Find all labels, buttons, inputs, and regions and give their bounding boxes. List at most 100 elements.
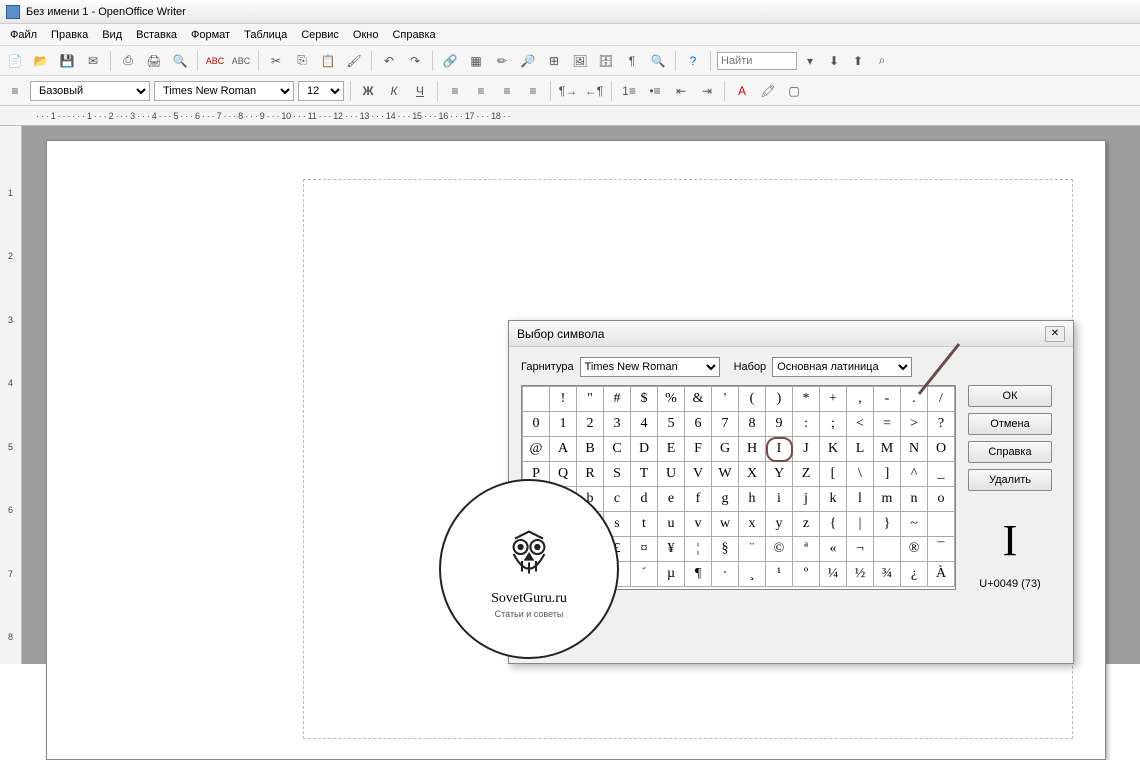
indent-dec-icon[interactable]: ⇤ — [670, 80, 692, 102]
char-cell[interactable]: 6 — [685, 412, 712, 437]
char-cell[interactable]: - — [874, 387, 901, 412]
char-cell[interactable]: ' — [712, 387, 739, 412]
char-cell[interactable]: { — [820, 512, 847, 537]
menu-help[interactable]: Справка — [386, 27, 441, 43]
char-cell[interactable]: R — [577, 462, 604, 487]
char-cell[interactable]: ¤ — [631, 537, 658, 562]
char-cell[interactable]: ¬ — [847, 537, 874, 562]
char-cell[interactable]: ® — [901, 537, 928, 562]
char-cell[interactable]: n — [901, 487, 928, 512]
paragraph-style-select[interactable]: Базовый — [30, 81, 150, 101]
char-cell[interactable]: F — [685, 437, 712, 462]
char-cell[interactable]: µ — [658, 562, 685, 587]
char-cell[interactable]: = — [874, 412, 901, 437]
char-cell[interactable]: ¥ — [658, 537, 685, 562]
char-cell[interactable]: Y — [766, 462, 793, 487]
char-cell[interactable]: % — [658, 387, 685, 412]
preview-icon[interactable]: 🔍 — [169, 50, 191, 72]
char-cell[interactable]: O — [928, 437, 955, 462]
find-dialog-icon[interactable]: ⌕ — [871, 50, 893, 72]
char-cell[interactable]: > — [901, 412, 928, 437]
char-cell[interactable]: 8 — [739, 412, 766, 437]
copy-icon[interactable]: ⎘ — [291, 50, 313, 72]
spellcheck-icon[interactable]: ABC — [204, 50, 226, 72]
dialog-titlebar[interactable]: Выбор символа ✕ — [509, 321, 1073, 347]
char-cell[interactable]: A — [550, 437, 577, 462]
char-cell[interactable]: ª — [793, 537, 820, 562]
char-cell[interactable] — [523, 387, 550, 412]
highlight-icon[interactable]: 🖍 — [757, 80, 779, 102]
char-cell[interactable]: N — [901, 437, 928, 462]
char-cell[interactable]: / — [928, 387, 955, 412]
char-cell[interactable]: j — [793, 487, 820, 512]
char-cell[interactable]: y — [766, 512, 793, 537]
char-cell[interactable]: D — [631, 437, 658, 462]
font-select[interactable]: Times New Roman — [580, 357, 720, 377]
char-cell[interactable]: ] — [874, 462, 901, 487]
menu-insert[interactable]: Вставка — [130, 27, 183, 43]
subset-select[interactable]: Основная латиница — [772, 357, 912, 377]
paste-icon[interactable]: 📋 — [317, 50, 339, 72]
autocheck-icon[interactable]: ABC — [230, 50, 252, 72]
char-cell[interactable]: © — [766, 537, 793, 562]
char-cell[interactable]: « — [820, 537, 847, 562]
char-cell[interactable]: B — [577, 437, 604, 462]
zoom-icon[interactable]: 🔍 — [647, 50, 669, 72]
char-cell[interactable]: 1 — [550, 412, 577, 437]
font-color-icon[interactable]: A — [731, 80, 753, 102]
char-cell[interactable]: ¯ — [928, 537, 955, 562]
char-cell[interactable]: E — [658, 437, 685, 462]
char-cell[interactable]: g — [712, 487, 739, 512]
char-cell[interactable]: ¦ — [685, 537, 712, 562]
char-cell[interactable]: K — [820, 437, 847, 462]
align-justify-icon[interactable]: ≡ — [522, 80, 544, 102]
navigator-icon[interactable]: ⊞ — [543, 50, 565, 72]
ok-button[interactable]: ОК — [968, 385, 1052, 407]
char-cell[interactable]: ¾ — [874, 562, 901, 587]
char-cell[interactable]: & — [685, 387, 712, 412]
rtl-icon[interactable]: ←¶ — [583, 80, 605, 102]
document-page[interactable]: Выбор символа ✕ Гарнитура Times New Roma… — [46, 140, 1106, 760]
char-cell[interactable]: § — [712, 537, 739, 562]
char-cell[interactable]: k — [820, 487, 847, 512]
char-cell[interactable]: # — [604, 387, 631, 412]
font-size-select[interactable]: 12 — [298, 81, 344, 101]
char-cell[interactable]: ½ — [847, 562, 874, 587]
char-cell[interactable]: ? — [928, 412, 955, 437]
char-cell[interactable]: * — [793, 387, 820, 412]
char-cell[interactable]: S — [604, 462, 631, 487]
email-icon[interactable]: ✉ — [82, 50, 104, 72]
draw-icon[interactable]: ✏ — [491, 50, 513, 72]
menu-edit[interactable]: Правка — [45, 27, 94, 43]
align-left-icon[interactable]: ≡ — [444, 80, 466, 102]
char-cell[interactable]: L — [847, 437, 874, 462]
char-cell[interactable]: : — [793, 412, 820, 437]
char-cell[interactable]: | — [847, 512, 874, 537]
format-paint-icon[interactable]: 🖌 — [343, 50, 365, 72]
indent-inc-icon[interactable]: ⇥ — [696, 80, 718, 102]
undo-icon[interactable]: ↶ — [378, 50, 400, 72]
nonprint-icon[interactable]: ¶ — [621, 50, 643, 72]
char-cell[interactable]: G — [712, 437, 739, 462]
table-icon[interactable]: ▦ — [465, 50, 487, 72]
char-cell[interactable]: 5 — [658, 412, 685, 437]
menu-tools[interactable]: Сервис — [295, 27, 345, 43]
redo-icon[interactable]: ↷ — [404, 50, 426, 72]
char-cell[interactable]: . — [901, 387, 928, 412]
char-cell[interactable]: À — [928, 562, 955, 587]
char-cell[interactable]: ¨ — [739, 537, 766, 562]
underline-icon[interactable]: Ч — [409, 80, 431, 102]
char-cell[interactable]: ~ — [901, 512, 928, 537]
find-next-icon[interactable]: ⬇ — [823, 50, 845, 72]
find-prev-icon[interactable]: ⬆ — [847, 50, 869, 72]
char-cell[interactable]: 7 — [712, 412, 739, 437]
datasource-icon[interactable]: 🗄 — [595, 50, 617, 72]
find-dropdown-icon[interactable]: ▾ — [799, 50, 821, 72]
char-cell[interactable]: · — [712, 562, 739, 587]
char-cell[interactable]: ; — [820, 412, 847, 437]
char-cell[interactable]: o — [928, 487, 955, 512]
help-button[interactable]: Справка — [968, 441, 1052, 463]
char-cell[interactable]: @ — [523, 437, 550, 462]
char-cell[interactable]: u — [658, 512, 685, 537]
char-cell[interactable]: " — [577, 387, 604, 412]
